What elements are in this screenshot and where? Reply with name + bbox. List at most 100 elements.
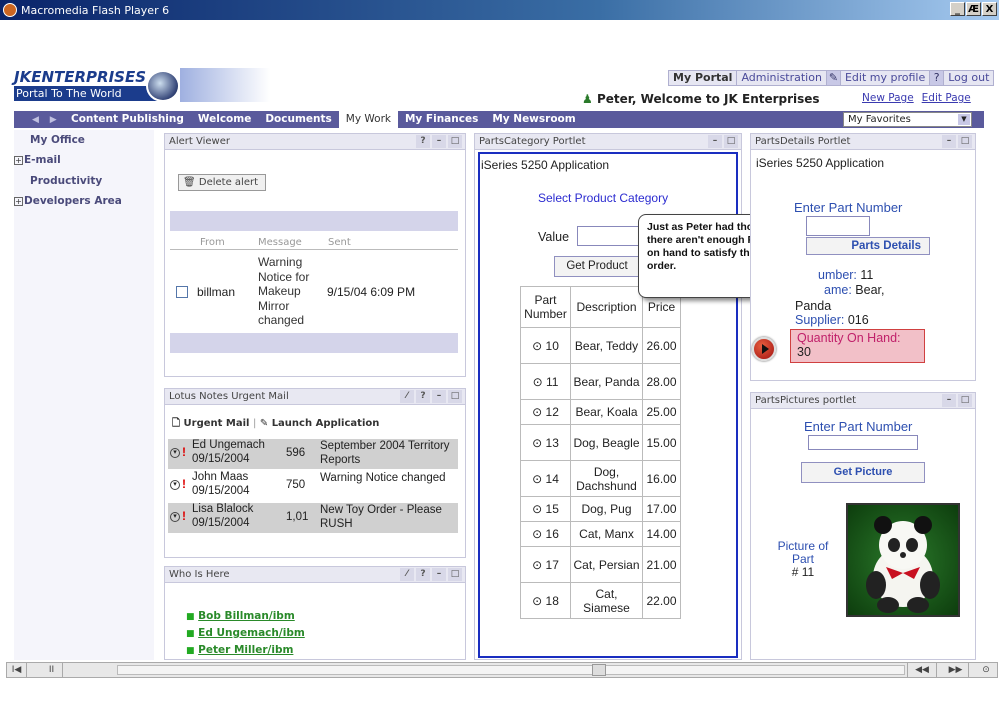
part-row[interactable]: ⊙ 12 Bear, Koala 25.00 xyxy=(520,399,681,425)
part-number-cell[interactable]: ⊙ 15 xyxy=(520,496,571,522)
edit-icon[interactable]: ⁄ xyxy=(400,390,414,403)
person-link[interactable]: Ed Ungemach/ibm xyxy=(198,627,305,639)
part-row[interactable]: ⊙ 14 Dog, Dachshund 16.00 xyxy=(520,460,681,497)
part-row[interactable]: ⊙ 11 Bear, Panda 28.00 xyxy=(520,363,681,400)
get-product-button[interactable]: Get Product xyxy=(554,256,640,277)
person-item[interactable]: ■ Ed Ungemach/ibm xyxy=(186,625,305,642)
delete-alert-button[interactable]: 🗑 Delete alert xyxy=(178,174,266,191)
person-item[interactable]: ■ Peter Miller/ibm xyxy=(186,642,305,659)
my-portal-link[interactable]: My Portal xyxy=(669,71,738,85)
new-page-link[interactable]: New Page xyxy=(862,92,914,104)
nav-my-office[interactable]: My Office xyxy=(30,134,85,146)
minimize-button[interactable]: – xyxy=(708,135,722,148)
part-row[interactable]: ⊙ 15 Dog, Pug 17.00 xyxy=(520,496,681,522)
expand-circle-icon[interactable]: ⊙ xyxy=(533,375,543,389)
picture-part-input[interactable] xyxy=(808,435,918,450)
maximize-button[interactable]: □ xyxy=(958,135,972,148)
minimize-button[interactable]: – xyxy=(942,394,956,407)
nav-productivity[interactable]: Productivity xyxy=(30,175,102,187)
part-row[interactable]: ⊙ 17 Cat, Persian 21.00 xyxy=(520,546,681,583)
edit-icon[interactable]: ⁄ xyxy=(400,568,414,581)
fast-forward-button[interactable]: ▶▶ xyxy=(943,663,969,677)
tab-welcome[interactable]: Welcome xyxy=(191,111,258,128)
person-item[interactable]: ■ Bob Billman/ibm xyxy=(186,608,305,625)
maximize-button[interactable]: □ xyxy=(448,390,462,403)
tab-documents[interactable]: Documents xyxy=(258,111,338,128)
tab-content-publishing[interactable]: Content Publishing xyxy=(64,111,191,128)
logout-link[interactable]: Log out xyxy=(944,71,993,85)
person-link[interactable]: Peter Miller/ibm xyxy=(198,644,293,656)
maximize-button[interactable]: Æ xyxy=(966,2,981,16)
expand-circle-icon[interactable]: ⊙ xyxy=(532,594,542,608)
settings-icon[interactable]: ⊙ xyxy=(975,663,997,677)
expand-circle-icon[interactable]: ⊙ xyxy=(532,436,542,450)
part-number-cell[interactable]: ⊙ 18 xyxy=(520,582,571,619)
part-number-input[interactable] xyxy=(806,216,870,236)
help-button[interactable]: ? xyxy=(416,135,430,148)
part-row[interactable]: ⊙ 13 Dog, Beagle 15.00 xyxy=(520,424,681,461)
minimize-button[interactable]: _ xyxy=(950,2,965,16)
minimize-button[interactable]: – xyxy=(432,568,446,581)
minimize-button[interactable]: – xyxy=(432,135,446,148)
horizontal-scrollbar[interactable]: I◀ II ◀◀ ▶▶ ⊙ xyxy=(6,662,998,678)
scroll-start-button[interactable]: I◀ xyxy=(7,663,27,677)
close-button[interactable]: X xyxy=(982,2,997,16)
expand-circle-icon[interactable]: ⊙ xyxy=(532,558,542,572)
maximize-button[interactable]: □ xyxy=(958,394,972,407)
part-number-cell[interactable]: ⊙ 16 xyxy=(520,521,571,547)
maximize-button[interactable]: □ xyxy=(448,568,462,581)
scroll-pause-button[interactable]: II xyxy=(41,663,63,677)
minimize-button[interactable]: – xyxy=(942,135,956,148)
edit-page-link[interactable]: Edit Page xyxy=(922,92,971,104)
nav-developers-area[interactable]: + Developers Area xyxy=(14,195,122,207)
expand-circle-icon[interactable]: ⊙ xyxy=(532,339,542,353)
expand-icon[interactable]: + xyxy=(14,197,23,206)
rewind-button[interactable]: ◀◀ xyxy=(907,663,937,677)
minimize-button[interactable]: – xyxy=(432,390,446,403)
edit-pencil-icon[interactable]: ✎ xyxy=(826,71,841,85)
urgent-mail-link[interactable]: Urgent Mail xyxy=(184,418,250,429)
mail-row[interactable]: ▾! Lisa Blalock 09/15/2004 1,01 New Toy … xyxy=(168,503,458,533)
expand-circle-icon[interactable]: ⊙ xyxy=(532,472,542,486)
nav-email[interactable]: + E-mail xyxy=(14,154,61,166)
expand-circle-icon[interactable]: ▾ xyxy=(170,480,180,490)
part-number-cell[interactable]: ⊙ 17 xyxy=(520,546,571,583)
part-number-cell[interactable]: ⊙ 12 xyxy=(520,399,571,425)
person-link[interactable]: Bob Billman/ibm xyxy=(198,610,295,622)
tab-my-work[interactable]: My Work xyxy=(338,111,398,128)
favorites-select[interactable]: My Favorites ▼ xyxy=(843,112,972,127)
part-number-cell[interactable]: ⊙ 13 xyxy=(520,424,571,461)
part-number-cell[interactable]: ⊙ 11 xyxy=(520,363,571,400)
maximize-button[interactable]: □ xyxy=(724,135,738,148)
part-row[interactable]: ⊙ 16 Cat, Manx 14.00 xyxy=(520,521,681,547)
expand-circle-icon[interactable]: ⊙ xyxy=(532,502,542,516)
expand-circle-icon[interactable]: ▾ xyxy=(170,448,180,458)
get-picture-button[interactable]: Get Picture xyxy=(801,462,925,483)
help-button[interactable]: ? xyxy=(416,568,430,581)
part-row[interactable]: ⊙ 10 Bear, Teddy 26.00 xyxy=(520,327,681,364)
expand-circle-icon[interactable]: ▾ xyxy=(170,512,180,522)
alert-checkbox[interactable] xyxy=(176,286,188,298)
part-row[interactable]: ⊙ 18 Cat, Siamese 22.00 xyxy=(520,582,681,619)
maximize-button[interactable]: □ xyxy=(448,135,462,148)
parts-details-button[interactable]: Parts Details xyxy=(806,237,930,255)
help-button[interactable]: ? xyxy=(930,71,945,85)
tab-my-newsroom[interactable]: My Newsroom xyxy=(485,111,582,128)
play-button[interactable] xyxy=(752,337,776,361)
scroll-thumb[interactable] xyxy=(592,664,606,676)
edit-profile-link[interactable]: Edit my profile xyxy=(841,71,931,85)
mail-row[interactable]: ▾! John Maas 09/15/2004 750 Warning Noti… xyxy=(168,471,458,501)
help-button[interactable]: ? xyxy=(416,390,430,403)
tab-scroll-arrows[interactable]: ◀ ▶ xyxy=(14,115,64,125)
value-input[interactable] xyxy=(577,226,639,246)
mail-row[interactable]: ▾! Ed Ungemach 09/15/2004 596 September … xyxy=(168,439,458,469)
expand-circle-icon[interactable]: ⊙ xyxy=(532,527,542,541)
administration-link[interactable]: Administration xyxy=(737,71,827,85)
scroll-track[interactable] xyxy=(117,664,905,676)
tab-my-finances[interactable]: My Finances xyxy=(398,111,485,128)
launch-application-link[interactable]: Launch Application xyxy=(272,418,380,429)
expand-circle-icon[interactable]: ⊙ xyxy=(532,405,542,419)
expand-icon[interactable]: + xyxy=(14,156,23,165)
part-number-cell[interactable]: ⊙ 10 xyxy=(520,327,571,364)
part-number-cell[interactable]: ⊙ 14 xyxy=(520,460,571,497)
